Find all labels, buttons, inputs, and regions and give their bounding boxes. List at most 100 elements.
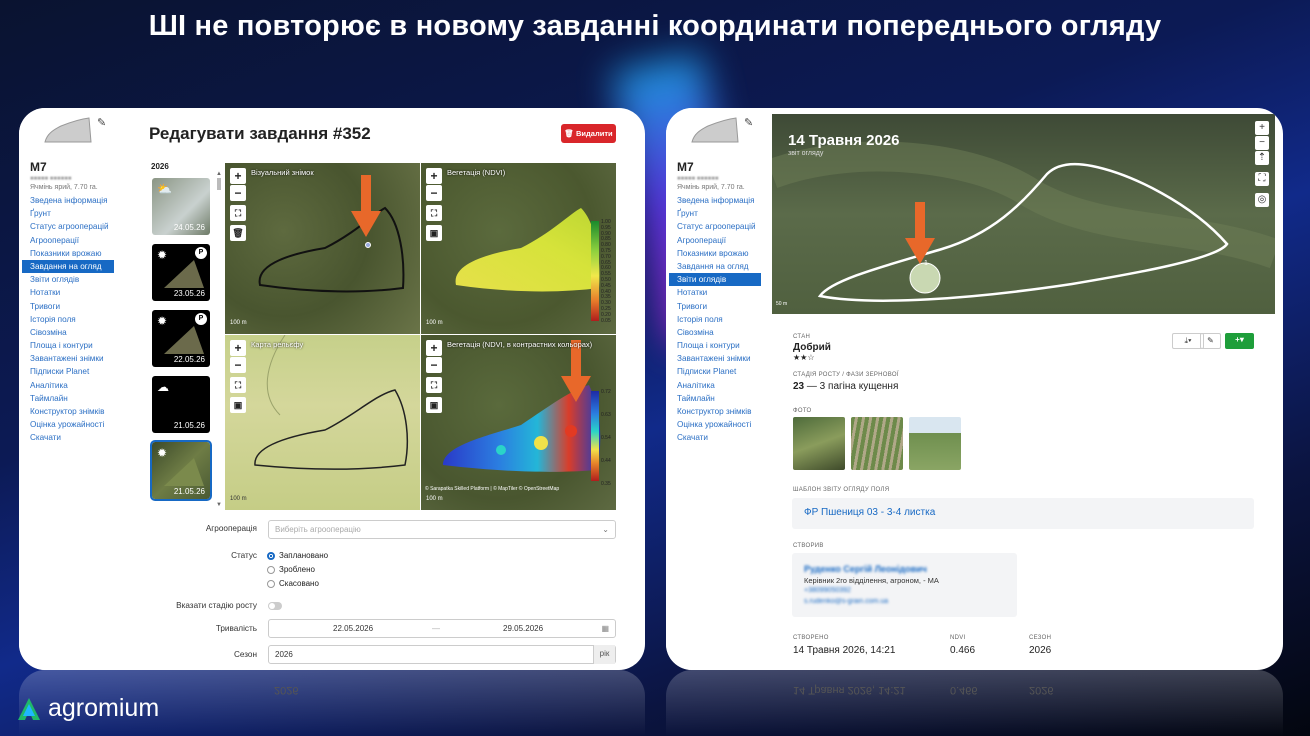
edit-pencil-icon[interactable]: ✎ xyxy=(744,116,753,129)
sidebar-item[interactable]: Історія поля xyxy=(669,313,761,326)
photo-thumb[interactable] xyxy=(909,417,961,470)
image-icon[interactable]: ▣ xyxy=(230,397,246,413)
sidebar-item[interactable]: Сівозміна xyxy=(22,326,114,339)
status-radio-cancelled[interactable]: Скасовано xyxy=(267,579,319,588)
map-ndvi-contrast[interactable]: Вегетація (NDVI, в контрастних кольорах)… xyxy=(421,335,616,510)
sidebar-item[interactable]: Завантажені знімки xyxy=(669,352,761,365)
sidebar-item[interactable]: Ґрунт xyxy=(669,207,761,220)
sidebar-item[interactable]: Оцінка урожайності xyxy=(669,418,761,431)
legend-value: 0.72 xyxy=(601,389,611,395)
map-relief[interactable]: Карта рельєфу + − ⛶ ▣ 100 m xyxy=(225,335,420,510)
fullscreen-icon[interactable]: ⛶ xyxy=(426,205,442,221)
add-button[interactable]: +▾ xyxy=(1225,333,1254,349)
sidebar-item[interactable]: Нотатки xyxy=(22,286,114,299)
thumbs-scrollbar[interactable]: ▲▼ xyxy=(216,168,222,508)
sidebar-menu: Зведена інформація Ґрунт Статус агрооперац… xyxy=(22,194,114,445)
image-thumb[interactable]: ⛅ 24.05.26 xyxy=(152,178,210,235)
image-icon[interactable]: ▣ xyxy=(426,225,442,241)
map-marker-number: 1 xyxy=(924,260,928,267)
sidebar-item[interactable]: Підписки Planet xyxy=(669,365,761,378)
template-box[interactable]: ФР Пшениця 03 - 3-4 листка xyxy=(792,498,1254,529)
zoom-out-button[interactable]: − xyxy=(230,185,246,201)
sidebar-item[interactable]: Аналітика xyxy=(22,379,114,392)
creator-email[interactable]: s.rudenko@s-grain.com.ua xyxy=(804,598,888,605)
fullscreen-icon[interactable]: ⛶ xyxy=(230,377,246,393)
weather-icon: ✹ xyxy=(157,314,168,328)
map-ndvi[interactable]: Вегетація (NDVI) + − ⛶ ▣ 1.00 0.95 0.90 0.8… xyxy=(421,163,616,334)
fullscreen-icon[interactable]: ⛶ xyxy=(426,377,442,393)
zoom-in-button[interactable]: + xyxy=(426,168,442,184)
zoom-out-button[interactable]: − xyxy=(1255,136,1269,150)
locate-icon[interactable]: ◎ xyxy=(1255,193,1269,207)
sidebar-item[interactable]: Завдання на огляд xyxy=(22,259,114,274)
ndvi-value: 0.466 xyxy=(950,645,976,656)
map-visual[interactable]: Візуальний знімок + − ⛶ 🗑 100 m xyxy=(225,163,420,334)
zoom-out-button[interactable]: − xyxy=(230,357,246,373)
sidebar-item[interactable]: Сівозміна xyxy=(669,326,761,339)
sidebar-item[interactable]: Агрооперації xyxy=(22,234,114,247)
zoom-in-button[interactable]: + xyxy=(230,168,246,184)
sidebar-item[interactable]: Конструктор знімків xyxy=(669,405,761,418)
sidebar-item[interactable]: Тривоги xyxy=(669,300,761,313)
edit-pencil-icon[interactable]: ✎ xyxy=(97,116,106,129)
creator-name[interactable]: Руденко Сергій Леонідович xyxy=(804,564,927,574)
zoom-in-button[interactable]: + xyxy=(426,340,442,356)
sidebar-item[interactable]: Звіти оглядів xyxy=(669,273,761,287)
sidebar-item[interactable]: Зведена інформація xyxy=(22,194,114,207)
image-thumb[interactable]: ✹ P 23.05.26 xyxy=(152,244,210,301)
field-sidebar: ✎ М7 ■■■■■ ■■■■■■ Ячмінь ярий, 7.70 га. … xyxy=(666,108,766,670)
compass-icon[interactable]: ⇡ xyxy=(1255,151,1269,165)
sidebar-item[interactable]: Тривоги xyxy=(22,300,114,313)
image-thumb[interactable]: ✹ P 22.05.26 xyxy=(152,310,210,367)
status-radio-planned[interactable]: Заплановано xyxy=(267,551,328,560)
delete-button[interactable]: 🗑 Видалити xyxy=(561,124,616,143)
season-input[interactable]: 2026 рік xyxy=(268,645,616,664)
zoom-in-button[interactable]: + xyxy=(1255,121,1269,135)
orange-arrow xyxy=(905,202,935,264)
sidebar-item[interactable]: Статус агрооперацій xyxy=(22,220,114,233)
image-thumb-selected[interactable]: ✹ 21.05.26 xyxy=(150,440,212,501)
sidebar-item[interactable]: Скачати xyxy=(669,431,761,444)
sidebar-item[interactable]: Статус агрооперацій xyxy=(669,220,761,233)
sidebar-item[interactable]: Таймлайн xyxy=(22,392,114,405)
agro-select[interactable]: Виберіть агрооперацію ⌄ xyxy=(268,520,616,539)
image-icon[interactable]: ▣ xyxy=(426,397,442,413)
image-thumb[interactable]: ☁ 21.05.26 xyxy=(152,376,210,433)
sidebar-item[interactable]: Показники врожаю xyxy=(22,247,114,260)
photo-thumb[interactable] xyxy=(851,417,903,470)
zoom-in-button[interactable]: + xyxy=(230,340,246,356)
sidebar-item[interactable]: Площа і контури xyxy=(22,339,114,352)
field-shape-icon xyxy=(44,117,92,143)
sidebar-item[interactable]: Агрооперації xyxy=(669,234,761,247)
photo-thumb[interactable] xyxy=(793,417,845,470)
sidebar-item[interactable]: Нотатки xyxy=(669,286,761,299)
sidebar-item[interactable]: Оцінка урожайності xyxy=(22,418,114,431)
sidebar-item[interactable]: Підписки Planet xyxy=(22,365,114,378)
creator-phone[interactable]: +38099050392 xyxy=(804,587,851,594)
zoom-out-button[interactable]: − xyxy=(426,357,442,373)
sidebar-item[interactable]: Завдання на огляд xyxy=(669,260,761,273)
planet-badge: P xyxy=(195,313,207,325)
template-link[interactable]: ФР Пшениця 03 - 3-4 листка xyxy=(804,507,935,518)
sidebar-item[interactable]: Показники врожаю xyxy=(669,247,761,260)
sidebar-item[interactable]: Завантажені знімки xyxy=(22,352,114,365)
zoom-out-button[interactable]: − xyxy=(426,185,442,201)
stage-toggle[interactable] xyxy=(268,602,282,610)
sidebar-item[interactable]: Зведена інформація xyxy=(669,194,761,207)
sidebar-item[interactable]: Скачати xyxy=(22,431,114,444)
edit-button[interactable]: ✎ xyxy=(1200,333,1221,349)
status-radio-done[interactable]: Зроблено xyxy=(267,565,315,574)
sidebar-item[interactable]: Аналітика xyxy=(669,379,761,392)
sidebar-menu: Зведена інформація Ґрунт Статус агрооперац… xyxy=(669,194,761,445)
sidebar-item[interactable]: Таймлайн xyxy=(669,392,761,405)
sidebar-item[interactable]: Звіти оглядів xyxy=(22,273,114,286)
fullscreen-icon[interactable]: ⛶ xyxy=(1255,172,1269,186)
fullscreen-icon[interactable]: ⛶ xyxy=(230,205,246,221)
sidebar-item[interactable]: Конструктор знімків xyxy=(22,405,114,418)
trash-icon[interactable]: 🗑 xyxy=(230,225,246,241)
duration-input[interactable]: 22.05.2026 — 29.05.2026 ▦ xyxy=(268,619,616,638)
sidebar-item[interactable]: Площа і контури xyxy=(669,339,761,352)
report-satellite-map[interactable]: 1 14 Травня 2026 звіт огляду + − ⇡ ⛶ ◎ 5… xyxy=(772,114,1275,314)
sidebar-item[interactable]: Ґрунт xyxy=(22,207,114,220)
sidebar-item[interactable]: Історія поля xyxy=(22,313,114,326)
